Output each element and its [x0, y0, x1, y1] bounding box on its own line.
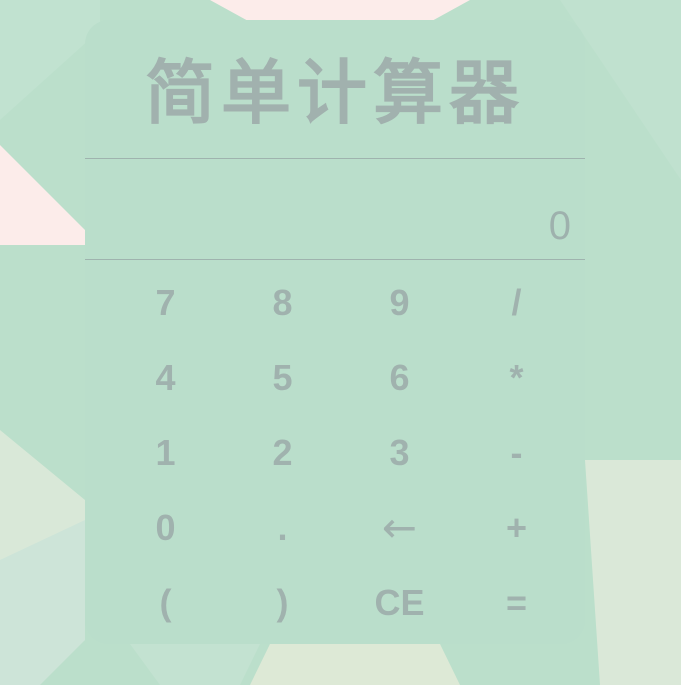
key-5[interactable]: 5 [224, 340, 341, 415]
key-equals[interactable]: = [458, 565, 575, 640]
key-4[interactable]: 4 [107, 340, 224, 415]
key-8[interactable]: 8 [224, 265, 341, 340]
key-open-paren[interactable]: ( [107, 565, 224, 640]
key-close-paren[interactable]: ) [224, 565, 341, 640]
display-value: 0 [548, 204, 571, 248]
keypad: 7 8 9 / 4 5 6 * 1 2 3 - 0 . ← + ( ) CE = [107, 265, 575, 640]
key-6[interactable]: 6 [341, 340, 458, 415]
key-7[interactable]: 7 [107, 265, 224, 340]
key-0[interactable]: 0 [107, 490, 224, 565]
key-3[interactable]: 3 [341, 415, 458, 490]
key-2[interactable]: 2 [224, 415, 341, 490]
key-add[interactable]: + [458, 490, 575, 565]
calculator-panel: 简单计算器 0 7 8 9 / 4 5 6 * 1 2 3 - 0 . ← + … [85, 20, 585, 644]
key-decimal[interactable]: . [224, 490, 341, 565]
key-9[interactable]: 9 [341, 265, 458, 340]
key-backspace[interactable]: ← [341, 490, 458, 565]
key-multiply[interactable]: * [458, 340, 575, 415]
calculator-display: 0 [85, 159, 585, 259]
display-bottom-divider [85, 259, 585, 260]
key-divide[interactable]: / [458, 265, 575, 340]
key-subtract[interactable]: - [458, 415, 575, 490]
key-clear[interactable]: CE [341, 565, 458, 640]
key-1[interactable]: 1 [107, 415, 224, 490]
app-title: 简单计算器 [145, 54, 525, 132]
